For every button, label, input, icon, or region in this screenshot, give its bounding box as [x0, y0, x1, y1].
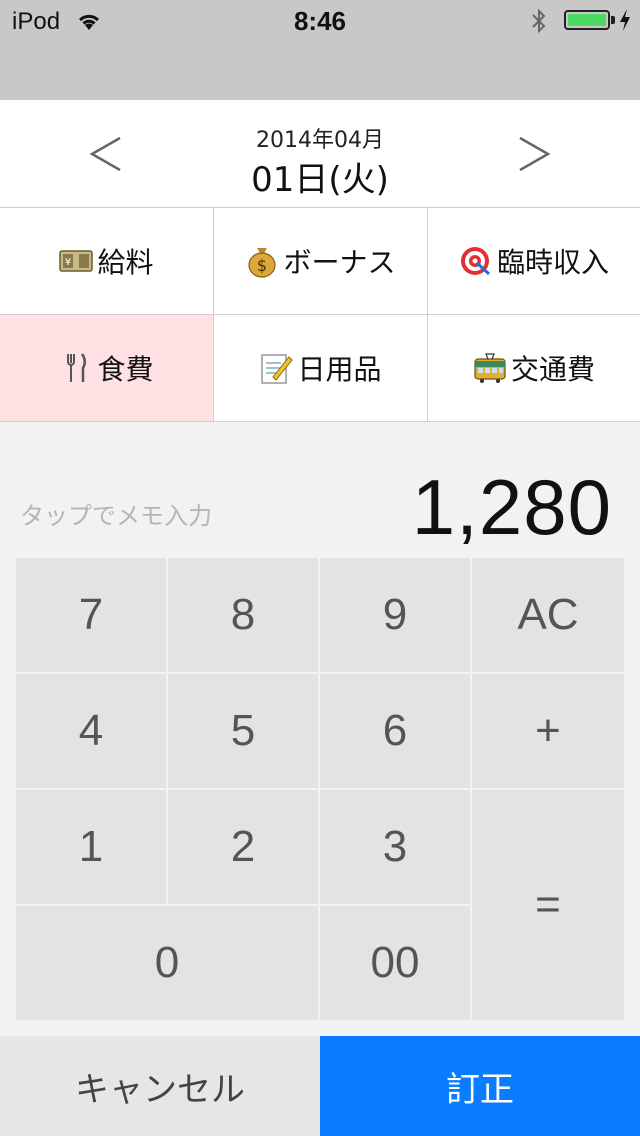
- key-00[interactable]: 00: [320, 906, 470, 1020]
- key-1[interactable]: 1: [16, 790, 166, 904]
- bluetooth-icon: [532, 8, 546, 34]
- category-transport[interactable]: 交通費: [428, 315, 640, 422]
- category-daily-goods[interactable]: 日用品: [214, 315, 428, 422]
- key-3[interactable]: 3: [320, 790, 470, 904]
- category-label: 日用品: [297, 353, 382, 386]
- category-label: 食費: [97, 353, 154, 386]
- key-7[interactable]: 7: [16, 558, 166, 672]
- category-grid: ¥ 給料 $ ボーナス 臨時収入 食費 日用品 交通費: [0, 208, 640, 422]
- key-equals[interactable]: =: [472, 790, 624, 1020]
- key-8[interactable]: 8: [168, 558, 318, 672]
- target-icon: [460, 247, 490, 276]
- date-header: 2014年04月 01日(火): [0, 100, 640, 208]
- key-0[interactable]: 0: [16, 906, 318, 1020]
- svg-text:¥: ¥: [65, 257, 71, 268]
- key-2[interactable]: 2: [168, 790, 318, 904]
- key-9[interactable]: 9: [320, 558, 470, 672]
- fork-knife-icon: [67, 353, 87, 382]
- amount-display: 1,280: [411, 463, 612, 551]
- category-label: 交通費: [510, 353, 595, 386]
- category-label: 給料: [97, 246, 154, 279]
- cancel-button[interactable]: キャンセル: [0, 1036, 320, 1136]
- money-bag-icon: $: [248, 248, 277, 278]
- key-plus[interactable]: +: [472, 674, 624, 788]
- next-day-button[interactable]: [504, 122, 564, 186]
- key-all-clear[interactable]: AC: [472, 558, 624, 672]
- category-extra-income[interactable]: 臨時収入: [428, 208, 640, 315]
- svg-text:$: $: [257, 256, 267, 275]
- key-4[interactable]: 4: [16, 674, 166, 788]
- category-salary[interactable]: ¥ 給料: [0, 208, 214, 315]
- keypad: 7 8 9 AC 4 5 6 + 1 2 3 = 0 00: [16, 558, 624, 1020]
- train-icon: [474, 353, 506, 383]
- charging-bolt-icon: [620, 9, 630, 31]
- battery-tip: [611, 16, 615, 24]
- cash-icon: ¥: [59, 250, 94, 272]
- chevron-right-icon: [519, 136, 551, 172]
- battery-icon: [564, 10, 610, 30]
- category-label: ボーナス: [283, 246, 396, 279]
- category-label: 臨時収入: [496, 246, 609, 279]
- category-bonus[interactable]: $ ボーナス: [214, 208, 428, 315]
- correct-button[interactable]: 訂正: [320, 1036, 640, 1136]
- key-5[interactable]: 5: [168, 674, 318, 788]
- category-food[interactable]: 食費: [0, 315, 214, 422]
- memo-input[interactable]: タップでメモ入力: [20, 496, 212, 531]
- key-6[interactable]: 6: [320, 674, 470, 788]
- status-bar: iPod 8:46: [0, 0, 640, 100]
- battery-level-fill: [568, 14, 606, 26]
- memo-icon: [261, 354, 294, 384]
